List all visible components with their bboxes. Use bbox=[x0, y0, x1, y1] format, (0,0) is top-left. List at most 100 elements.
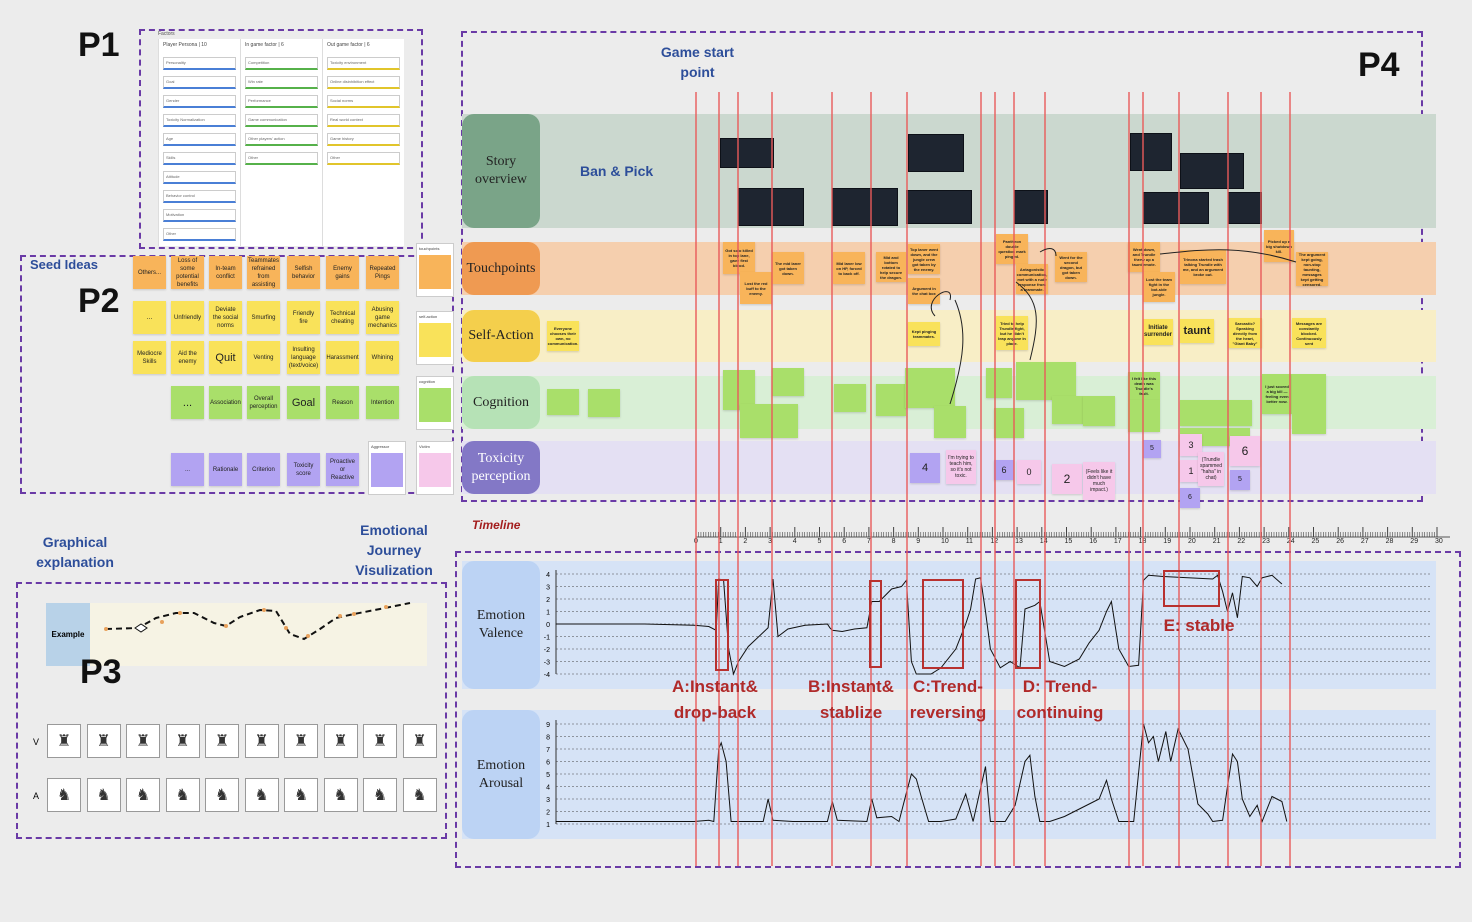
cognition-note bbox=[547, 389, 579, 415]
factor-field: Game communication bbox=[245, 114, 318, 127]
seed-idea-note: Unfriendly bbox=[171, 301, 204, 334]
seed-idea-note: Insulting language (text/voice) bbox=[287, 341, 320, 374]
journey-note: Got solo killed in top lane, gave first … bbox=[723, 242, 755, 274]
timeline-tick: 13 bbox=[1015, 538, 1023, 545]
sam-manikin-icon: ♞ bbox=[363, 778, 397, 812]
journey-note: I just scored a big kill — feeling even … bbox=[1262, 374, 1292, 414]
timeline-tick: 20 bbox=[1188, 538, 1196, 545]
cognition-note bbox=[1052, 396, 1084, 424]
sam-manikin-icon: ♞ bbox=[47, 778, 81, 812]
journey-note: Went down, and Trundle threw up a taunt … bbox=[1128, 242, 1160, 272]
row-label-touchpoints: Touchpoints bbox=[462, 242, 540, 295]
legend-card-title: cognition bbox=[419, 379, 436, 384]
legend-card-swatch bbox=[419, 388, 451, 422]
sam-manikin-icon: ♞ bbox=[86, 778, 121, 812]
journey-note: (Trundle spammed "haha" in chat) bbox=[1198, 452, 1224, 486]
seed-idea-note: ... bbox=[133, 301, 166, 334]
factor-column: Player Persona | 10 Personality Goal Gender… bbox=[158, 39, 240, 246]
journey-note: Trinona started trash talking Trundle wi… bbox=[1180, 250, 1226, 284]
timeline-label: Timeline bbox=[472, 518, 521, 532]
timeline-tick: 7 bbox=[866, 538, 871, 545]
sam-manikin-icon: ♜ bbox=[244, 724, 279, 758]
y-tick-label: -3 bbox=[544, 660, 550, 667]
timeline-tick: 14 bbox=[1039, 538, 1048, 545]
seed-idea-note: ... bbox=[171, 386, 204, 419]
sam-manikin-icon: ♞ bbox=[205, 778, 239, 812]
timeline-tick: 27 bbox=[1360, 538, 1369, 545]
arousal-chart: 9 8 7 6 5 4 3 2 1 bbox=[546, 720, 1432, 829]
pattern-box-d bbox=[1015, 579, 1041, 669]
cognition-note bbox=[1292, 374, 1326, 434]
factor-column-head: In game factor | 6 bbox=[245, 42, 284, 48]
journey-note: Picked up a big shutdown kill. bbox=[1264, 230, 1294, 262]
legend-card: self-action bbox=[416, 311, 454, 365]
row-label-arousal: Emotion Arousal bbox=[462, 710, 540, 839]
annotation-b: B:Instant& stablize bbox=[808, 677, 894, 722]
sam-manikin-icon: ♜ bbox=[363, 724, 397, 758]
journey-note: Mid and bottom rotated to help secure th… bbox=[876, 252, 906, 282]
factor-column: In game factor | 6 Competition Win rate Per… bbox=[240, 39, 322, 246]
cognition-note bbox=[1016, 362, 1076, 400]
y-tick-label: 4 bbox=[546, 785, 550, 792]
y-tick-label: 8 bbox=[546, 735, 550, 742]
timeline-tick: 28 bbox=[1385, 538, 1394, 545]
factor-field: Social norms bbox=[327, 95, 400, 108]
factor-field: Competition bbox=[245, 57, 318, 70]
gameplay-screenshot bbox=[906, 190, 972, 224]
journey-note: Went for the second dragon, but got take… bbox=[1055, 252, 1087, 282]
cognition-note bbox=[905, 368, 955, 408]
seed-idea-note: Repeated Pings bbox=[366, 256, 399, 289]
factor-field: Personality bbox=[163, 57, 236, 70]
timeline-tick: 29 bbox=[1410, 538, 1419, 545]
timeline-tick: 22 bbox=[1237, 538, 1246, 545]
v-row-label: V bbox=[33, 737, 40, 747]
journey-note: 4 bbox=[910, 453, 940, 483]
pattern-box-b bbox=[869, 580, 882, 668]
timeline-axis bbox=[695, 527, 1450, 538]
journey-note: 6 bbox=[1180, 488, 1200, 508]
factor-field: Age bbox=[163, 133, 236, 146]
factor-column: Out game factor | 6 Toxicity environment O… bbox=[322, 39, 404, 246]
factor-field: Other bbox=[327, 152, 400, 165]
journey-note: I felt like this death was Trundle's fau… bbox=[1128, 372, 1160, 400]
sam-manikin-icon: ♜ bbox=[284, 724, 318, 758]
sam-manikin-icon: ♜ bbox=[47, 724, 81, 758]
factor-field: Goal bbox=[163, 76, 236, 89]
example-journey-path bbox=[104, 602, 411, 641]
y-tick-label: -4 bbox=[544, 672, 550, 679]
seed-idea-note: Others... bbox=[133, 256, 166, 289]
timeline-tick: 11 bbox=[965, 538, 973, 545]
pattern-box-a bbox=[715, 579, 729, 671]
timeline-tick: 15 bbox=[1064, 538, 1073, 545]
journey-note: Pantheon double question mark pinged. bbox=[996, 234, 1028, 264]
seed-idea-note: Intention bbox=[366, 386, 399, 419]
gameplay-screenshot bbox=[1228, 192, 1262, 224]
sam-manikin-icon: ♜ bbox=[205, 724, 239, 758]
sam-manikin-icon: ♜ bbox=[86, 724, 121, 758]
seed-idea-note: Selfish behavior bbox=[287, 256, 320, 289]
gameplay-screenshot bbox=[1180, 153, 1244, 189]
legend-card-title: self-action bbox=[419, 314, 438, 319]
legend-card-swatch bbox=[419, 255, 451, 289]
seed-idea-note: Rationale bbox=[209, 453, 242, 486]
journey-note: Kept pinging teammates. bbox=[908, 322, 940, 346]
journey-note: 6 bbox=[994, 460, 1014, 480]
y-tick-label: 2 bbox=[546, 810, 550, 817]
timeline-tick: 5 bbox=[817, 538, 822, 545]
timeline-tick: 17 bbox=[1113, 538, 1122, 545]
timeline-tick: 4 bbox=[792, 538, 797, 545]
emotional-journey-label: Emotional Journey Visulization bbox=[355, 522, 433, 578]
seed-idea-note: Abusing game mechanics bbox=[366, 301, 399, 334]
row-label-story: Story overview bbox=[462, 114, 540, 228]
timeline-tick: 26 bbox=[1336, 538, 1344, 545]
timeline-tick: 10 bbox=[941, 538, 949, 545]
journey-note: Initiate surrender bbox=[1143, 319, 1173, 345]
seed-idea-note: Teammates refrained from assisting bbox=[247, 256, 280, 289]
journey-note: Everyone chooses their own, no communica… bbox=[547, 321, 579, 351]
sam-manikin-icon: ♜ bbox=[165, 724, 200, 758]
cognition-note bbox=[772, 368, 804, 396]
sam-manikin-icon: ♞ bbox=[323, 778, 358, 812]
seed-idea-note: ... bbox=[171, 453, 204, 486]
annotation-d: D: Trend-continuing bbox=[1016, 677, 1104, 722]
journey-note: 6 bbox=[1230, 436, 1260, 466]
